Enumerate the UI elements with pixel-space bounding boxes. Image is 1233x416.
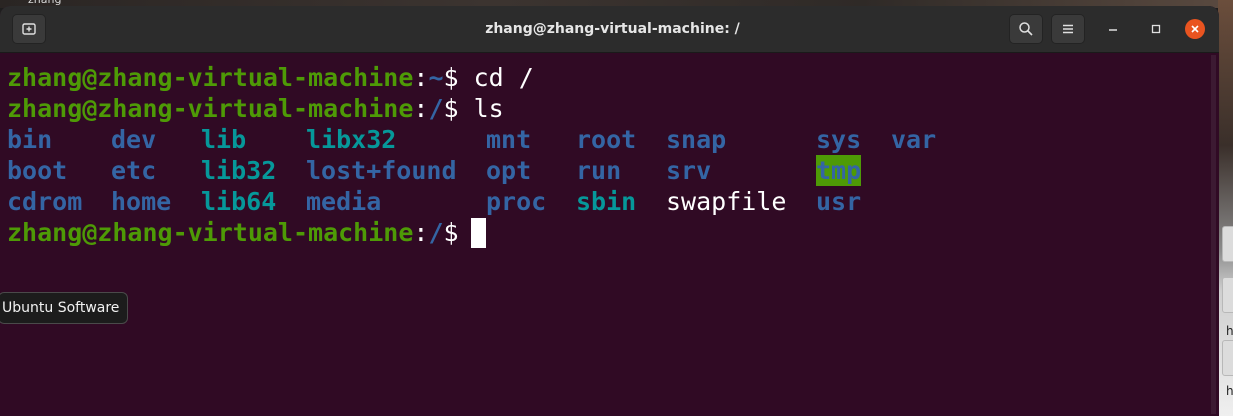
listing-entry: sbin [576,187,637,216]
hamburger-menu-icon [1063,24,1073,34]
prompt-dollar: $ [443,218,474,247]
listing-entry: lost+found [306,156,457,185]
minimize-button[interactable] [1103,19,1123,39]
menu-button[interactable] [1051,14,1085,44]
desktop-glyph: h [1226,324,1233,338]
listing-entry: libx32 [306,125,397,154]
listing-entry: srv [666,156,712,185]
listing-entry: proc [486,187,547,216]
command-line: zhang@zhang-virtual-machine:~$ cd / [7,62,534,93]
listing-entry: lib64 [201,187,277,216]
close-button[interactable] [1185,19,1205,39]
maximize-icon [1151,24,1161,34]
listing-entry: bin [7,125,53,154]
prompt-command: $ ls [443,94,504,123]
prompt-user: zhang@zhang-virtual-machine [7,218,414,247]
listing-entry: media [306,187,382,216]
listing-entry: run [576,156,622,185]
listing-entry: swapfile [666,187,787,216]
listing-entry: snap [666,125,727,154]
listing-entry: cdrom [7,187,83,216]
minimize-icon [1109,29,1117,31]
listing-entry: boot [7,156,68,185]
prompt-path: / [428,94,444,123]
prompt-colon: : [413,218,429,247]
listing-entry-sticky: tmp [816,155,862,186]
desktop-right-strip: h h [1218,0,1233,416]
prompt-user: zhang@zhang-virtual-machine [7,63,414,92]
text-cursor [471,218,486,248]
prompt-path: / [428,218,444,247]
listing-entry: opt [486,156,532,185]
listing-entry: mnt [486,125,532,154]
listing-entry: usr [816,187,862,216]
desktop-glyph: h [1226,384,1233,398]
title-bar[interactable]: zhang@zhang-virtual-machine: / [0,6,1219,53]
maximize-button[interactable] [1146,19,1166,39]
prompt-colon: : [413,63,429,92]
listing-entry: sys [816,125,862,154]
listing-entry: home [111,187,172,216]
listing-entry: var [891,125,937,154]
prompt-path: ~ [428,63,444,92]
close-icon [1191,25,1199,33]
prompt-command: $ cd / [443,63,534,92]
desktop-chip [1222,340,1233,376]
listing-entry: lib [201,125,247,154]
terminal-area[interactable]: zhang@zhang-virtual-machine:~$ cd / zhan… [0,53,1210,416]
listing-entry: etc [111,156,157,185]
scrollbar[interactable] [1211,55,1216,414]
desktop-chip [1222,277,1233,313]
listing-entry: lib32 [201,156,277,185]
listing-entry: dev [111,125,157,154]
desktop-chip [1222,226,1233,262]
tooltip: Ubuntu Software [0,292,129,324]
terminal-window: zhang@zhang-virtual-machine: / zhang@zha… [0,6,1219,416]
prompt-colon: : [413,94,429,123]
listing-entry: root [576,125,637,154]
search-icon [1019,22,1033,36]
command-line: zhang@zhang-virtual-machine:/$ ls [7,93,504,124]
search-button[interactable] [1009,14,1043,44]
command-line: zhang@zhang-virtual-machine:/$ [7,217,474,248]
prompt-user: zhang@zhang-virtual-machine [7,94,414,123]
